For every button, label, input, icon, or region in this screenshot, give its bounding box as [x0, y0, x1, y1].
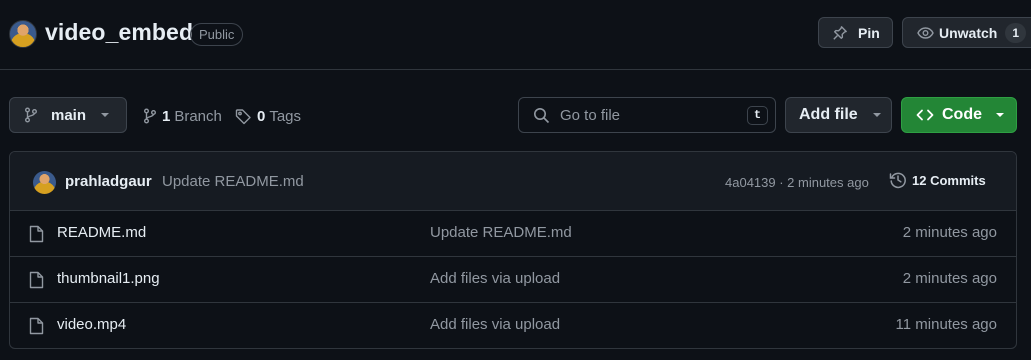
pin-icon: [832, 25, 848, 41]
commits-count-label: 12 Commits: [912, 172, 986, 188]
unwatch-label: Unwatch: [939, 24, 998, 41]
tags-label: Tags: [269, 107, 302, 125]
eye-icon: [917, 25, 934, 41]
file-commit-message[interactable]: Update README.md: [430, 224, 572, 241]
latest-commit-row: prahladgaur Update README.md 4a04139 · 2…: [10, 152, 1016, 211]
file-name[interactable]: README.md: [57, 224, 146, 241]
watch-count: 1: [1005, 22, 1027, 43]
branch-icon: [143, 108, 157, 124]
shortcut-key: t: [747, 106, 768, 125]
repo-header: video_embed Public Pin Unwatch 1: [0, 0, 1031, 70]
tags-count: 0: [257, 107, 266, 125]
branches-link[interactable]: 1 Branch: [143, 105, 222, 127]
table-row[interactable]: README.md Update README.md 2 minutes ago: [10, 211, 1016, 257]
commits-link[interactable]: 12 Commits: [889, 171, 986, 189]
history-icon: [889, 171, 907, 189]
file-icon: [29, 271, 44, 289]
commit-hash-time[interactable]: 4a04139 · 2 minutes ago: [725, 175, 869, 190]
file-table: prahladgaur Update README.md 4a04139 · 2…: [9, 151, 1017, 349]
branch-name: main: [51, 106, 87, 124]
file-name[interactable]: thumbnail1.png: [57, 270, 160, 287]
repo-name[interactable]: video_embed: [45, 19, 193, 46]
caret-down-icon: [100, 112, 110, 118]
commit-author[interactable]: prahladgaur: [65, 173, 152, 190]
pin-button[interactable]: Pin: [818, 17, 893, 48]
commit-message[interactable]: Update README.md: [162, 173, 304, 190]
author-avatar[interactable]: [33, 171, 56, 194]
visibility-badge: Public: [190, 23, 244, 46]
branch-selector[interactable]: main: [9, 97, 127, 133]
branches-label: Branch: [174, 107, 222, 125]
tag-icon: [235, 108, 252, 125]
owner-avatar[interactable]: [9, 20, 37, 48]
file-commit-message[interactable]: Add files via upload: [430, 316, 560, 333]
add-file-label: Add file: [799, 106, 858, 123]
file-icon: [29, 225, 44, 243]
branch-icon: [24, 107, 38, 123]
tags-link[interactable]: 0 Tags: [235, 105, 301, 127]
caret-down-icon: [995, 112, 1005, 118]
file-updated-time: 11 minutes ago: [895, 316, 997, 333]
file-updated-time: 2 minutes ago: [902, 270, 997, 287]
table-row[interactable]: video.mp4 Add files via upload 11 minute…: [10, 303, 1016, 348]
table-row[interactable]: thumbnail1.png Add files via upload 2 mi…: [10, 257, 1016, 303]
pin-label: Pin: [858, 24, 880, 41]
search-icon: [533, 107, 550, 124]
caret-down-icon: [872, 112, 882, 118]
go-to-file-placeholder: Go to file: [560, 106, 621, 124]
branches-count: 1: [162, 107, 171, 125]
file-updated-time: 2 minutes ago: [902, 224, 997, 241]
code-button[interactable]: Code: [901, 97, 1017, 133]
unwatch-button[interactable]: Unwatch 1: [902, 17, 1031, 48]
add-file-button[interactable]: Add file: [785, 97, 892, 133]
file-icon: [29, 317, 44, 335]
file-commit-message[interactable]: Add files via upload: [430, 270, 560, 287]
file-name[interactable]: video.mp4: [57, 316, 126, 333]
code-label: Code: [942, 106, 982, 123]
code-icon: [916, 108, 934, 122]
go-to-file-input[interactable]: Go to file: [518, 97, 776, 133]
